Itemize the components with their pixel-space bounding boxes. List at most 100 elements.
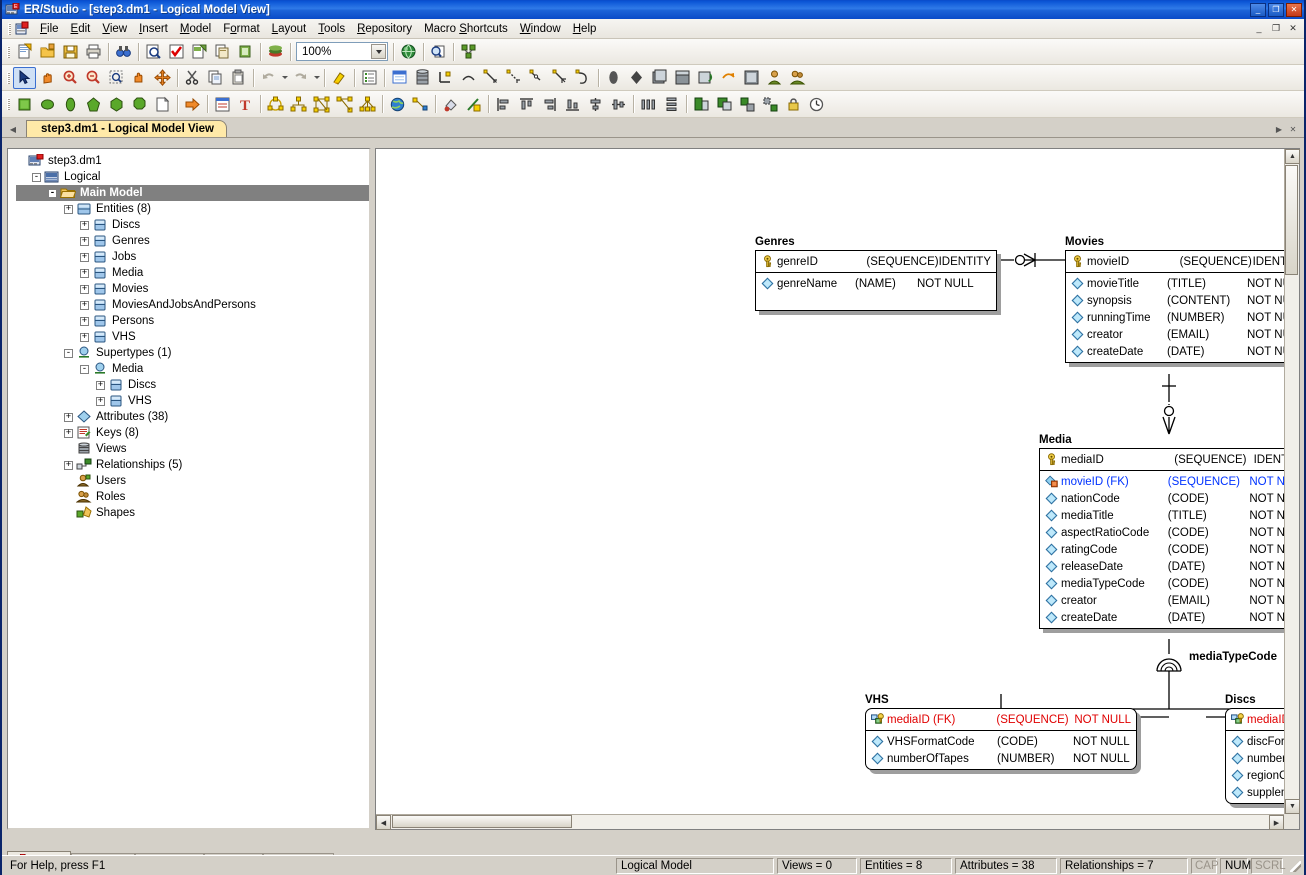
expand-plus-icon[interactable]: + [80,268,89,278]
collapse-minus-icon[interactable]: - [48,188,57,198]
relationship-identifying-icon[interactable] [480,67,503,89]
node-link-icon[interactable] [409,93,432,115]
entity-cluster-icon[interactable] [648,67,671,89]
cut-icon[interactable] [181,67,204,89]
layout-symmetric-icon[interactable] [333,93,356,115]
view-icon[interactable] [411,67,434,89]
undo-dropdown-icon[interactable] [280,67,289,89]
entity-discs[interactable]: Discs mediaID (FK)(SEQUENCE)NOT NULL discF… [1225,694,1284,804]
attribute-row[interactable]: createDate (DATE) NOT NULL [1066,343,1284,360]
expand-plus-icon[interactable]: + [80,332,89,342]
attribute-row[interactable]: numberOfDiscs(NUMBER)NOT NULL [1226,750,1284,767]
menu-help[interactable]: Help [567,21,603,37]
menu-window[interactable]: Window [514,21,567,37]
zoom-region-icon[interactable] [105,67,128,89]
expand-plus-icon[interactable]: + [80,236,89,246]
chevron-down-icon[interactable] [371,44,386,59]
resize-grip[interactable] [1288,859,1302,873]
supertype-icon[interactable] [625,67,648,89]
foreign-key-icon[interactable] [694,67,717,89]
menu-model[interactable]: Model [174,21,217,37]
tab-close-icon[interactable]: ✕ [1286,121,1300,137]
new-document-icon[interactable] [13,41,36,63]
attribute-row[interactable]: discFormatCode(CODE)NOT NULL [1226,733,1284,750]
align-left-icon[interactable] [492,93,515,115]
menu-edit[interactable]: Edit [65,21,97,37]
magnify-page-icon[interactable] [427,41,450,63]
print-icon[interactable] [82,41,105,63]
menu-macro-shortcuts[interactable]: Macro Shortcuts [418,21,514,37]
tree-node-main-model[interactable]: - Main Model [16,185,369,201]
attribute-row[interactable]: runningTime (NUMBER) NOT NULL [1066,309,1284,326]
entity-vhs[interactable]: VHS mediaID (FK) (SEQUENCE) NOT NULL VHSForm… [865,694,1137,770]
clock-icon[interactable] [805,93,828,115]
menu-format[interactable]: Format [217,21,265,37]
redo-dropdown-icon[interactable] [312,67,321,89]
close-button[interactable]: ✕ [1286,2,1302,17]
expand-plus-icon[interactable]: + [64,412,73,422]
collapse-minus-icon[interactable]: - [32,172,41,182]
shape-rectangle-icon[interactable] [13,93,36,115]
tree-node-views[interactable]: Views [16,441,369,457]
relationship-nonidentifying-icon[interactable] [503,67,526,89]
tree-node-vhs[interactable]: + VHS [16,393,369,409]
menu-grip[interactable] [6,21,12,37]
attribute-row[interactable]: VHSFormatCode (CODE) NOT NULL [866,733,1136,750]
tree-node-attributes-38[interactable]: + Attributes (38) [16,409,369,425]
tree-node-shapes[interactable]: Shapes [16,505,369,521]
shape-pentagon-icon[interactable] [82,93,105,115]
rebind-icon[interactable] [717,67,740,89]
copy-model-icon[interactable] [211,41,234,63]
scroll-up-icon[interactable]: ▲ [1285,149,1300,164]
tab-logical-model-view[interactable]: step3.dm1 - Logical Model View [26,120,227,137]
scroll-down-icon[interactable]: ▼ [1285,799,1300,814]
attribute-row[interactable]: releaseDate (DATE) NOT NULL [1040,558,1284,575]
attribute-row[interactable]: aspectRatioCode (CODE) NOT NULL [1040,524,1284,541]
scroll-right-icon[interactable]: ▶ [1269,815,1284,830]
attribute-row[interactable]: numberOfTapes (NUMBER) NOT NULL [866,750,1136,767]
mdi-minimize-button[interactable]: _ [1252,22,1266,36]
undo-icon[interactable] [257,67,280,89]
redo-icon[interactable] [289,67,312,89]
globe-icon[interactable] [397,41,420,63]
attribute-row[interactable]: movieTitle (TITLE) NOT NULL [1066,275,1284,292]
menu-layout[interactable]: Layout [266,21,313,37]
expand-plus-icon[interactable]: + [80,252,89,262]
mdi-close-button[interactable]: ✕ [1286,22,1300,36]
expand-plus-icon[interactable]: + [64,428,73,438]
layers-icon[interactable] [264,41,287,63]
format-brush-icon[interactable] [328,67,351,89]
toolbar3-grip[interactable] [5,96,11,112]
layout-tree-icon[interactable] [356,93,379,115]
copy-icon[interactable] [204,67,227,89]
align-center-v-icon[interactable] [584,93,607,115]
distribute-v-icon[interactable] [660,93,683,115]
select-pointer-icon[interactable] [13,66,36,89]
hscroll-thumb[interactable] [392,815,572,828]
expand-plus-icon[interactable]: + [80,284,89,294]
tree-node-users[interactable]: Users [16,473,369,489]
tree-node-jobs[interactable]: + Jobs [16,249,369,265]
tree-node-vhs[interactable]: + VHS [16,329,369,345]
tab-scroll-left-icon[interactable]: ◀ [6,121,20,137]
attribute-row[interactable]: ratingCode (CODE) NOT NULL [1040,541,1284,558]
align-top-icon[interactable] [515,93,538,115]
tree-node-keys-8[interactable]: + Keys (8) [16,425,369,441]
tree-node-moviesandjobsandpersons[interactable]: + MoviesAndJobsAndPersons [16,297,369,313]
layout-hierarchical-icon[interactable] [310,93,333,115]
subtype-icon[interactable] [602,67,625,89]
paste-icon[interactable] [227,67,250,89]
toolbar-grip[interactable] [5,44,11,60]
align-bottom-icon[interactable] [561,93,584,115]
zoom-combobox[interactable]: 100% [296,42,388,61]
attribute-row[interactable]: nationCode (CODE) NOT NULL [1040,490,1284,507]
menu-view[interactable]: View [96,21,133,37]
entity-genres[interactable]: Genres genreID (SEQUENCE) IDENTITY genreName… [755,236,997,311]
distribute-h-icon[interactable] [637,93,660,115]
color-fill-icon[interactable] [439,93,462,115]
canvas-vertical-scrollbar[interactable]: ▲ ▼ [1284,149,1300,814]
expand-plus-icon[interactable]: + [80,220,89,230]
attribute-row[interactable]: genreID (SEQUENCE) IDENTITY [756,253,996,270]
lock-icon[interactable] [782,93,805,115]
zoom-out-icon[interactable] [82,67,105,89]
